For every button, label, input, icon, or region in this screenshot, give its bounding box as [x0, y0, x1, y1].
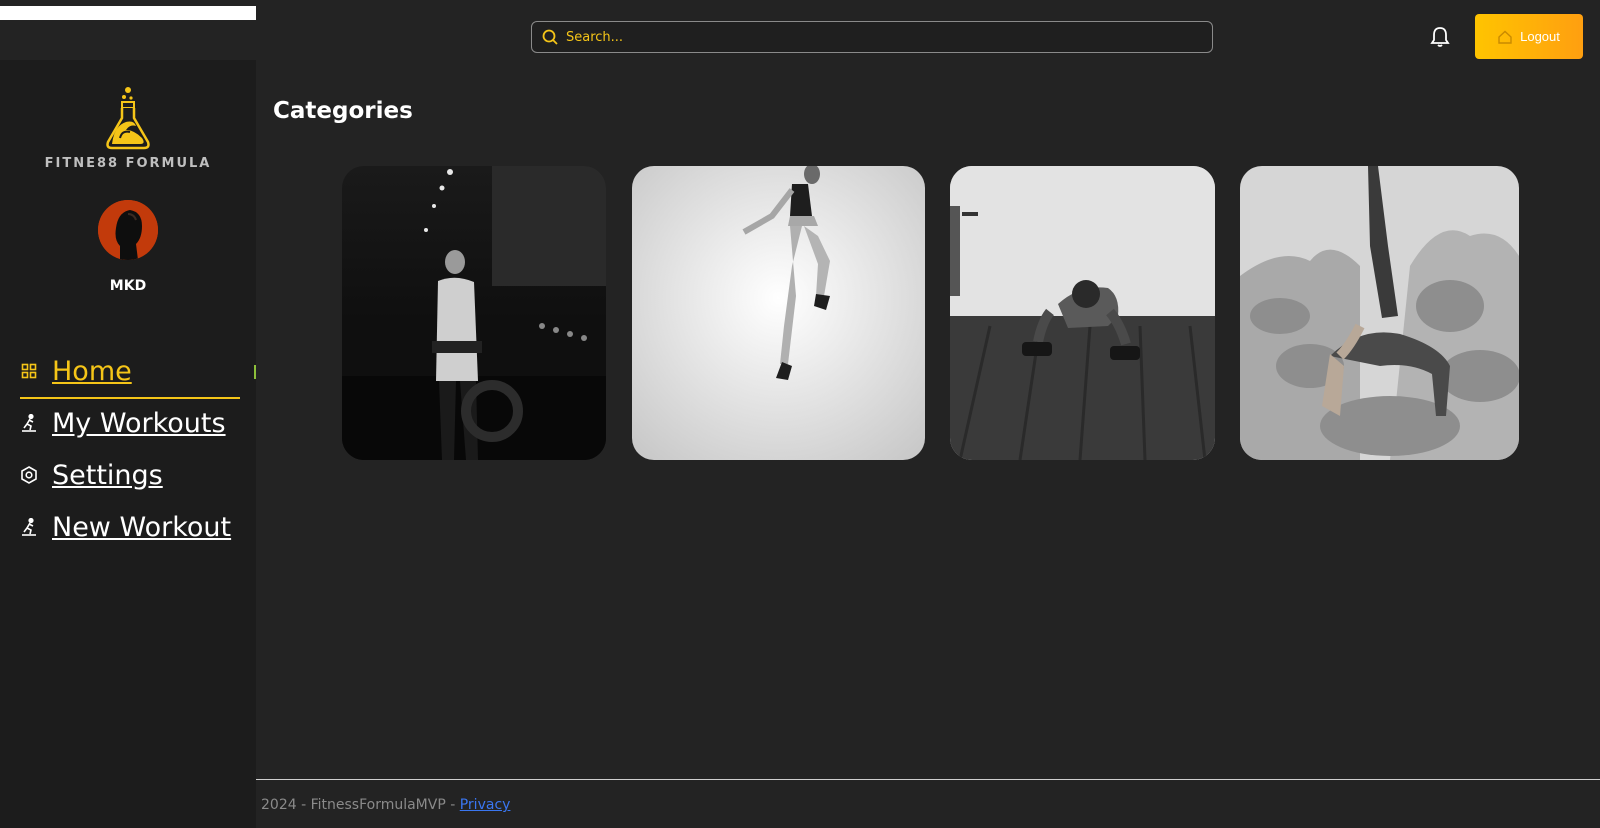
runner-icon — [20, 518, 38, 536]
username: MKD — [109, 278, 147, 294]
push-up-photo — [950, 166, 1215, 460]
logout-button[interactable]: Logout — [1475, 14, 1583, 59]
search-icon — [542, 29, 558, 45]
category-card-weightlifting[interactable] — [342, 166, 606, 460]
sidebar-item-label: My Workouts — [52, 407, 226, 439]
footer-divider — [256, 779, 1600, 780]
sidebar-item-label: New Workout — [52, 511, 232, 543]
sidebar-item-home[interactable]: Home — [20, 345, 256, 399]
flask-logo-icon — [106, 87, 150, 150]
footer: 2024 - FitnessFormulaMVP - Privacy — [261, 797, 510, 813]
sidebar: FITNE88 FORMULA MKD Home My Workouts Set… — [0, 60, 256, 828]
sidebar-item-label: Settings — [52, 459, 163, 491]
sidebar-item-my-workouts[interactable]: My Workouts — [20, 397, 240, 449]
search-input[interactable] — [566, 29, 1206, 45]
white-strip — [0, 6, 256, 20]
category-card-yoga[interactable] — [1240, 166, 1519, 460]
hexagon-gear-icon — [20, 466, 38, 484]
jump-photo — [632, 166, 925, 460]
category-card-jump[interactable] — [632, 166, 925, 460]
yoga-photo — [1240, 166, 1519, 460]
runner-icon — [20, 414, 38, 432]
search-bar[interactable] — [531, 21, 1213, 53]
privacy-link[interactable]: Privacy — [460, 797, 511, 813]
brand-name: FITNE88 FORMULA — [44, 156, 212, 171]
bell-icon[interactable] — [1430, 26, 1450, 48]
page-title: Categories — [273, 98, 413, 124]
avatar-image — [98, 200, 158, 260]
sidebar-item-settings[interactable]: Settings — [20, 449, 240, 501]
avatar[interactable] — [98, 200, 158, 260]
sidebar-nav: Home My Workouts Settings New Workout — [20, 345, 256, 553]
weightlifting-photo — [342, 166, 606, 460]
active-indicator — [254, 365, 256, 379]
grid-icon — [20, 362, 38, 380]
home-icon — [1498, 30, 1512, 44]
app: FITNE88 FORMULA MKD Home My Workouts Set… — [0, 0, 1600, 828]
sidebar-item-new-workout[interactable]: New Workout — [20, 501, 240, 553]
brand[interactable]: FITNE88 FORMULA — [0, 86, 256, 171]
sidebar-item-label: Home — [52, 355, 132, 387]
category-card-push-up[interactable] — [950, 166, 1215, 460]
footer-text: 2024 - FitnessFormulaMVP - — [261, 797, 460, 813]
top-left-header — [0, 0, 256, 60]
logout-label: Logout — [1520, 29, 1560, 44]
